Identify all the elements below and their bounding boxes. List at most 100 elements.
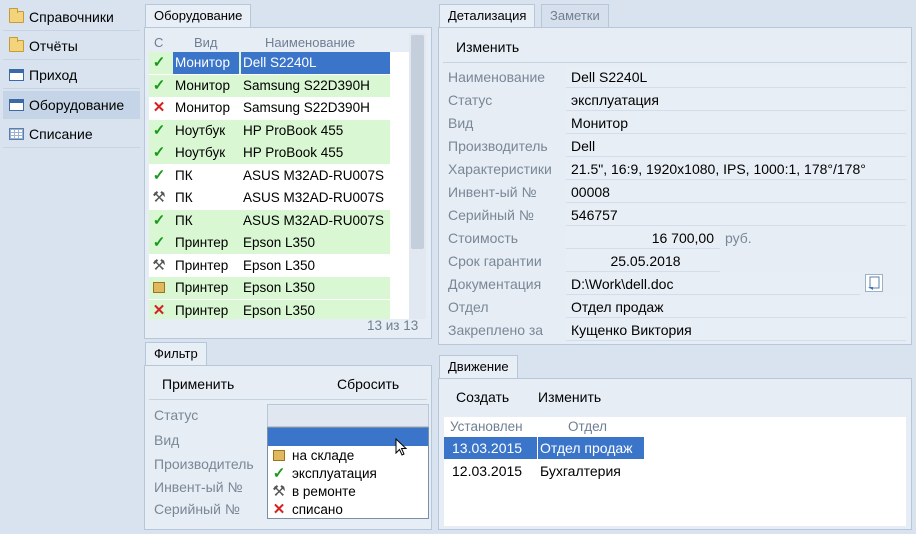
reset-filter-button[interactable]: Сбросить [327, 372, 409, 397]
field-value[interactable]: 25.05.2018 [566, 250, 720, 272]
option-icon: ✕ [271, 502, 287, 518]
dropdown-option[interactable]: списано [292, 502, 343, 517]
check-icon: ✓ [152, 76, 166, 94]
dropdown-option[interactable]: на складе [292, 448, 354, 463]
field-value[interactable]: D:\Work\dell.doc [566, 273, 860, 295]
table-row[interactable]: ⚒ ПК ASUS M32AD-RU007S [149, 187, 390, 209]
dropdown-option[interactable]: в ремонте [292, 484, 356, 499]
field-value[interactable]: Dell [566, 135, 906, 157]
option-icon: ⚒ [271, 484, 287, 500]
column-name[interactable]: Наименование [265, 35, 355, 50]
nav-item-directories[interactable]: Справочники [3, 3, 140, 31]
nav-item-equipment[interactable]: Оборудование [3, 91, 140, 119]
cell-kind: Принтер [175, 235, 229, 250]
table-row[interactable]: ✓ Принтер Epson L350 [149, 232, 390, 254]
cell-kind: ПК [175, 190, 193, 205]
tab-details[interactable]: Детализация [439, 4, 536, 27]
cell-kind: Принтер [175, 302, 229, 318]
cell-kind: Монитор [175, 77, 230, 93]
field-label: Документация [448, 276, 542, 292]
dropdown-option[interactable]: эксплуатация [292, 466, 377, 481]
cell-name: ASUS M32AD-RU007S [243, 167, 385, 183]
field-value[interactable]: 00008 [566, 181, 906, 203]
table-row[interactable]: ✓ ПК ASUS M32AD-RU007S [149, 209, 390, 232]
field-label: Срок гарантии [448, 253, 542, 269]
check-icon: ✓ [152, 166, 166, 184]
mouse-cursor-icon [395, 438, 408, 456]
cell-kind: Монитор [175, 100, 230, 115]
cell-name: Samsung S22D390H [243, 77, 370, 93]
field-label: Отдел [448, 299, 489, 315]
box-icon [273, 450, 285, 461]
cell-name: Epson L350 [243, 280, 316, 295]
nav-item-writeoff[interactable]: Списание [3, 120, 140, 148]
table-row[interactable]: Принтер Epson L350 [149, 277, 390, 299]
cell-kind: Принтер [175, 280, 229, 295]
nav-item-label: Оборудование [29, 97, 125, 113]
equipment-table: С Вид Наименование ✓ Монитор Dell S2240L ✓ М… [149, 33, 409, 319]
cross-icon: ✕ [272, 501, 286, 518]
window-icon [9, 69, 24, 81]
table-row[interactable]: ✕ Принтер Epson L350 [149, 299, 390, 319]
table-row[interactable]: 12.03.2015 Бухгалтерия [444, 460, 644, 482]
column-status[interactable]: С [154, 35, 163, 50]
status-filter-select[interactable] [267, 404, 429, 427]
tab-movement[interactable]: Движение [439, 355, 518, 378]
create-movement-button[interactable]: Создать [446, 385, 519, 410]
folder-icon [9, 8, 24, 23]
column-installed[interactable]: Установлен [450, 419, 523, 434]
check-icon: ✓ [152, 144, 166, 161]
cell-name: HP ProBook 455 [243, 145, 344, 160]
toolbar-divider [149, 399, 427, 400]
nav-item-reports[interactable]: Отчёты [3, 32, 140, 60]
table-row[interactable]: ⚒ Принтер Epson L350 [149, 254, 390, 277]
cell-name: ASUS M32AD-RU007S [243, 212, 385, 228]
nav-item-receipt[interactable]: Приход [3, 61, 140, 89]
field-value[interactable]: 546757 [566, 204, 906, 226]
apply-filter-button[interactable]: Применить [152, 372, 244, 397]
wrench-icon: ⚒ [152, 256, 166, 274]
currency-label: руб. [725, 230, 752, 246]
check-icon: ✓ [152, 121, 166, 139]
edit-button[interactable]: Изменить [446, 35, 529, 60]
column-department[interactable]: Отдел [568, 419, 607, 434]
cell-name: Dell S2240L [241, 52, 390, 74]
movement-table-header: Установлен Отдел [444, 417, 906, 437]
folder-icon [9, 37, 24, 52]
tab-filter[interactable]: Фильтр [145, 342, 207, 365]
cell-name: HP ProBook 455 [243, 122, 344, 138]
cell-name: Samsung S22D390H [243, 100, 370, 115]
table-row[interactable]: ✕ Монитор Samsung S22D390H [149, 97, 390, 119]
table-row[interactable]: 13.03.2015 Отдел продаж [444, 437, 644, 459]
tab-notes[interactable]: Заметки [541, 4, 609, 27]
field-value[interactable]: 16 700,00 [566, 227, 720, 249]
filter-serial-label: Серийный № [154, 501, 240, 517]
table-row[interactable]: ✓ Монитор Samsung S22D390H [149, 74, 390, 97]
edit-movement-button[interactable]: Изменить [528, 385, 611, 410]
table-row[interactable]: ✓ Ноутбук HP ProBook 455 [149, 119, 390, 142]
field-value[interactable]: Dell S2240L [566, 66, 906, 88]
table-row[interactable]: ✓ Ноутбук HP ProBook 455 [149, 142, 390, 164]
field-value[interactable]: эксплуатация [566, 89, 906, 111]
check-icon: ✓ [272, 465, 286, 482]
field-value[interactable]: Кущенко Виктория [566, 319, 906, 341]
nav-item-label: Списание [29, 126, 93, 142]
nav-item-label: Справочники [29, 9, 114, 25]
open-document-button[interactable] [865, 274, 883, 292]
tab-equipment[interactable]: Оборудование [145, 4, 252, 27]
wrench-icon: ⚒ [272, 483, 286, 500]
field-value[interactable]: Монитор [566, 112, 906, 134]
scrollbar-thumb[interactable] [411, 35, 424, 249]
box-icon [153, 282, 165, 293]
cell-department: Бухгалтерия [540, 463, 621, 479]
cell-name: ASUS M32AD-RU007S [243, 190, 385, 205]
column-kind[interactable]: Вид [194, 35, 218, 50]
field-value[interactable]: 21.5", 16:9, 1920x1080, IPS, 1000:1, 178… [566, 158, 906, 180]
field-value[interactable]: Отдел продаж [566, 296, 906, 318]
field-label: Наименование [448, 69, 546, 85]
table-row[interactable]: ✓ ПК ASUS M32AD-RU007S [149, 164, 390, 187]
cell-name: Epson L350 [243, 235, 316, 250]
grid-icon [9, 128, 24, 140]
table-row[interactable]: ✓ Монитор Dell S2240L [149, 52, 390, 74]
equipment-scrollbar[interactable] [409, 33, 426, 319]
